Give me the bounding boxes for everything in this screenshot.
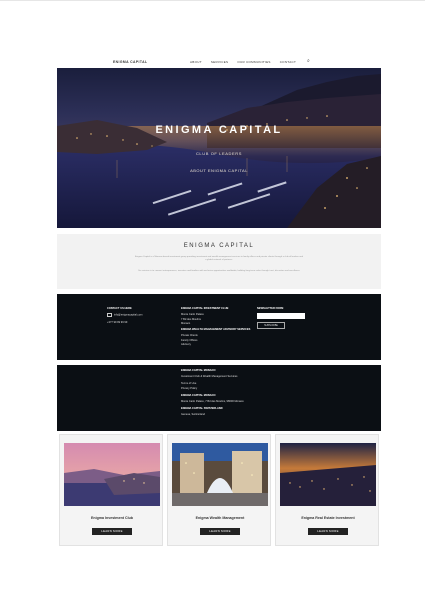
card-real-estate[interactable]: Enigma Real Estate Investment LEARN MORE [275, 434, 379, 546]
company-line: 7 Bd des Moulins [181, 317, 201, 321]
web-page: ENIGMA CAPITAL ABOUT SERVICES OUR COMMUN… [57, 56, 381, 546]
company-column: ENIGMA CAPITAL INVESTMENT CLUB Monte Car… [181, 307, 250, 348]
nav-menu: ABOUT SERVICES OUR COMMUNITIES CONTACT [190, 60, 296, 64]
footer-info-column: ENIGMA CAPITAL MONACO Investment Club & … [181, 369, 244, 417]
wealth-line[interactable]: Private Clients [181, 334, 250, 337]
site-logo[interactable]: ENIGMA CAPITAL [113, 60, 147, 64]
phone-text[interactable]: +377 99 99 99 99 [107, 321, 142, 324]
footer-info-section: ENIGMA CAPITAL MONACO Investment Club & … [57, 365, 381, 431]
contact-column: CONTACT US HERE info@enigmacapital.com +… [107, 307, 142, 325]
nav-item-contact[interactable]: CONTACT [280, 60, 296, 64]
learn-more-button[interactable]: LEARN MORE [308, 528, 348, 535]
card-title: Enigma Wealth Management [195, 516, 245, 520]
block1-line: Investment Club & Wealth Management Serv… [181, 375, 238, 378]
footer-contact-section: CONTACT US HERE info@enigmacapital.com +… [57, 294, 381, 360]
intro-section: ENIGMA CAPITAL Enigma Capital is a Monac… [57, 234, 381, 289]
wealth-heading: ENIGMA WEALTH MANAGEMENT ADVISORY SERVIC… [181, 328, 251, 331]
hero-title: ENIGMA CAPITAL [155, 124, 283, 136]
newsletter-heading: NEWSLETTER FORM [257, 307, 284, 310]
intro-paragraph-2: Our mission is to connect entrepreneurs,… [137, 270, 301, 272]
intro-paragraph-1: Enigma Capital is a Monaco-based investm… [135, 256, 304, 261]
block4-heading: ENIGMA CAPITAL SWITZERLAND [181, 406, 223, 410]
block1-heading: ENIGMA CAPITAL MONACO [181, 369, 216, 372]
wealth-line[interactable]: Family Offices [181, 339, 250, 342]
hero-subtitle: CLUB OF LEADERS [195, 151, 243, 156]
card-image [172, 443, 268, 506]
nav-item-about[interactable]: ABOUT [190, 60, 202, 64]
company-heading: ENIGMA CAPITAL INVESTMENT CLUB [181, 307, 229, 310]
card-title: Enigma Real Estate Investment [301, 516, 355, 520]
card-wealth-management[interactable]: Enigma Wealth Management LEARN MORE [167, 434, 271, 546]
harbor-night-illustration [57, 74, 381, 228]
block3-heading: ENIGMA CAPITAL MONACO [181, 393, 216, 397]
learn-more-button[interactable]: LEARN MORE [92, 528, 132, 535]
company-line: Monte Carlo Palace [181, 313, 204, 316]
envelope-icon [107, 313, 112, 317]
card-image [64, 443, 160, 506]
contact-heading: CONTACT US HERE [107, 307, 132, 310]
newsletter-email-input[interactable] [257, 313, 305, 319]
email-row[interactable]: info@enigmacapital.com [107, 313, 142, 317]
hero-cta-link[interactable]: ABOUT ENIGMA CAPITAL [57, 168, 381, 173]
block3-line: Monte Carlo Palace, 7 Bd des Moulins, 98… [181, 399, 244, 403]
card-image [280, 443, 376, 506]
card-investment-club[interactable]: Enigma Investment Club LEARN MORE [59, 434, 163, 546]
terms-link[interactable]: Terms of Use [181, 382, 244, 385]
nav-item-communities[interactable]: OUR COMMUNITIES [237, 60, 270, 64]
company-line: Monaco [181, 322, 191, 325]
learn-more-button[interactable]: LEARN MORE [200, 528, 240, 535]
sheet-edge [0, 0, 425, 1]
subscribe-button[interactable]: SUBSCRIBE [257, 322, 285, 329]
intro-title: ENIGMA CAPITAL [183, 243, 255, 249]
privacy-link[interactable]: Privacy Policy [181, 387, 244, 390]
search-icon[interactable]: ⌕ [307, 58, 310, 64]
email-link[interactable]: info@enigmacapital.com [114, 313, 142, 316]
nav-item-services[interactable]: SERVICES [211, 60, 229, 64]
card-title: Enigma Investment Club [91, 516, 133, 520]
service-cards: Enigma Investment Club LEARN MORE Enigma… [57, 434, 381, 546]
newsletter-column: NEWSLETTER FORM SUBSCRIBE [257, 307, 305, 331]
block4-line: Geneva, Switzerland [181, 412, 205, 416]
wealth-line[interactable]: Advisory [181, 343, 250, 346]
hero-banner: ENIGMA CAPITAL CLUB OF LEADERS ABOUT ENI… [57, 68, 381, 228]
